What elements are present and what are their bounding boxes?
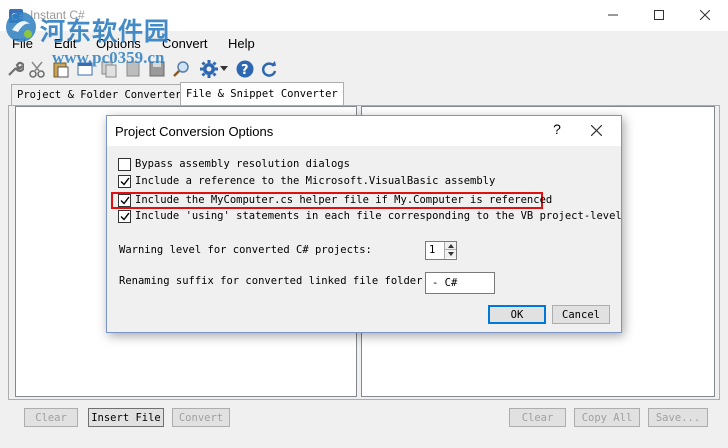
help-button[interactable]: ? — [547, 121, 567, 141]
checkbox-checked[interactable] — [118, 209, 131, 223]
window-title: Instant C# — [30, 8, 85, 22]
save-icon[interactable] — [146, 58, 168, 80]
copy-all-button[interactable]: Copy All — [574, 408, 640, 427]
dropdown-arrow-icon[interactable] — [218, 58, 230, 80]
menu-edit[interactable]: Edit — [54, 36, 76, 51]
gear-icon[interactable] — [198, 58, 220, 80]
open-icon[interactable] — [74, 58, 96, 80]
copy-icon[interactable] — [98, 58, 120, 80]
option-label: Include a reference to the Microsoft.Vis… — [135, 175, 496, 187]
warning-level-label: Warning level for converted C# projects: — [119, 244, 372, 256]
paste-icon[interactable] — [50, 58, 72, 80]
document-icon[interactable] — [122, 58, 144, 80]
project-conversion-options-dialog: Project Conversion Options ? Bypass asse… — [106, 115, 622, 333]
convert-button[interactable]: Convert — [172, 408, 230, 427]
minimize-button[interactable] — [590, 0, 636, 31]
warning-level-spinner[interactable]: 1 — [425, 241, 457, 260]
maximize-icon — [654, 8, 664, 23]
menu-bar: File Edit Options Convert Help — [0, 32, 728, 54]
tab-strip: Project & Folder Converter File & Snippe… — [0, 82, 728, 106]
cancel-button[interactable]: Cancel — [552, 305, 610, 324]
checkbox-unchecked[interactable] — [118, 157, 131, 171]
spin-up-icon[interactable] — [445, 242, 456, 250]
refresh-icon[interactable] — [258, 58, 280, 80]
tab-file-snippet-converter[interactable]: File & Snippet Converter — [180, 82, 344, 106]
option-label: Include the MyComputer.cs helper file if… — [135, 194, 553, 206]
title-bar: C# Instant C# — [0, 0, 728, 31]
close-icon — [590, 124, 602, 139]
wrench-icon[interactable] — [4, 58, 26, 80]
menu-options[interactable]: Options — [96, 36, 141, 51]
minimize-icon — [608, 8, 618, 23]
option-label: Bypass assembly resolution dialogs — [135, 158, 350, 170]
dialog-title-bar: Project Conversion Options ? — [107, 116, 621, 146]
menu-convert[interactable]: Convert — [162, 36, 208, 51]
svg-text:C#: C# — [11, 12, 24, 23]
toolbar: ? — [0, 56, 728, 84]
tab-project-folder-converter[interactable]: Project & Folder Converter — [11, 84, 188, 105]
option-include-mycomputer-helper[interactable]: Include the MyComputer.cs helper file if… — [118, 193, 552, 207]
option-include-using-statements[interactable]: Include 'using' statements in each file … — [118, 209, 622, 223]
renaming-suffix-label: Renaming suffix for converted linked fil… — [119, 275, 423, 287]
save-button[interactable]: Save... — [648, 408, 708, 427]
checkbox-checked[interactable] — [118, 174, 131, 188]
spin-down-icon[interactable] — [445, 250, 456, 258]
warning-level-value: 1 — [429, 244, 436, 256]
option-include-visualbasic-reference[interactable]: Include a reference to the Microsoft.Vis… — [118, 174, 495, 188]
close-button[interactable] — [682, 0, 728, 31]
spinner-buttons — [444, 242, 456, 259]
insert-file-button[interactable]: Insert File — [88, 408, 164, 427]
option-label: Include 'using' statements in each file … — [135, 210, 622, 222]
ok-button[interactable]: OK — [488, 305, 546, 324]
maximize-button[interactable] — [636, 0, 682, 31]
help-icon[interactable]: ? — [234, 58, 256, 80]
close-icon — [699, 8, 711, 23]
menu-help[interactable]: Help — [228, 36, 255, 51]
app-icon: C# — [8, 8, 26, 24]
renaming-suffix-input[interactable]: - C# — [425, 272, 495, 294]
option-bypass-assembly[interactable]: Bypass assembly resolution dialogs — [118, 157, 350, 171]
dialog-title: Project Conversion Options — [115, 124, 274, 139]
menu-file[interactable]: File — [12, 36, 33, 51]
left-clear-button[interactable]: Clear — [24, 408, 78, 427]
checkbox-checked[interactable] — [118, 193, 131, 207]
svg-text:?: ? — [241, 63, 249, 78]
right-clear-button[interactable]: Clear — [509, 408, 566, 427]
search-icon[interactable] — [170, 58, 192, 80]
dialog-close-button[interactable] — [585, 121, 607, 141]
scissors-icon[interactable] — [26, 58, 48, 80]
